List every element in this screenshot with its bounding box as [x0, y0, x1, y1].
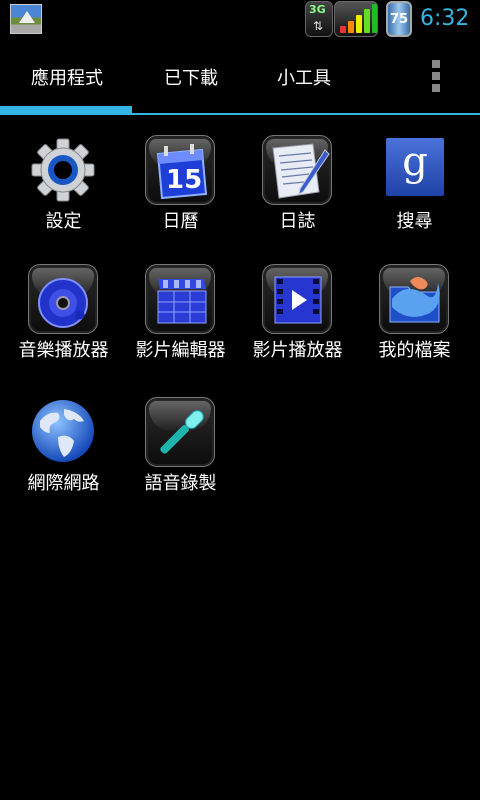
battery-level-label: 75: [389, 12, 409, 27]
google-search-icon: g: [386, 138, 444, 196]
calendar-day-number: 15: [166, 165, 202, 195]
signal-strength-icon: [334, 1, 378, 37]
clock: 6:32: [420, 6, 470, 31]
app-label: 語音錄製: [144, 473, 217, 494]
app-label: 影片播放器: [252, 340, 343, 361]
tab-divider: [0, 113, 480, 115]
clapperboard-icon: [145, 264, 215, 334]
microphone-icon: [145, 397, 215, 467]
app-music-player[interactable]: 音樂播放器: [5, 264, 122, 394]
app-label: 音樂播放器: [18, 340, 109, 361]
folder-icon: [379, 264, 449, 334]
app-video-editor[interactable]: 影片編輯器: [122, 264, 239, 394]
battery-icon: 75: [386, 1, 412, 37]
tab-apps[interactable]: 應用程式: [31, 64, 103, 90]
app-my-files[interactable]: 我的檔案: [356, 264, 473, 394]
app-video-player[interactable]: 影片播放器: [239, 264, 356, 394]
app-label: 我的檔案: [378, 340, 451, 361]
photo-notification-icon[interactable]: [10, 4, 42, 34]
app-label: 影片編輯器: [135, 340, 226, 361]
calendar-icon: 15: [145, 135, 215, 205]
gear-icon: [28, 135, 98, 205]
app-search[interactable]: g 搜尋: [356, 135, 473, 265]
overflow-menu-icon[interactable]: [432, 60, 442, 94]
film-play-icon: [262, 264, 332, 334]
tab-downloaded[interactable]: 已下載: [164, 64, 218, 90]
tab-widgets[interactable]: 小工具: [277, 64, 331, 90]
music-disc-icon: [28, 264, 98, 334]
network-type-label: 3G: [309, 3, 326, 16]
app-internet[interactable]: 網際網路: [5, 397, 122, 527]
app-label: 日曆: [162, 211, 199, 232]
globe-icon: [28, 397, 98, 467]
tab-bar: 應用程式 已下載 小工具: [0, 38, 480, 116]
app-settings[interactable]: 設定: [5, 135, 122, 265]
app-label: 設定: [45, 211, 82, 232]
network-3g-icon: 3G ⇅: [305, 1, 333, 37]
app-notes[interactable]: 日誌: [239, 135, 356, 265]
app-label: 日誌: [279, 211, 316, 232]
app-calendar[interactable]: 15 日曆: [122, 135, 239, 265]
notepad-icon: [262, 135, 332, 205]
app-label: 搜尋: [396, 211, 433, 232]
app-voice-recorder[interactable]: 語音錄製: [122, 397, 239, 527]
status-bar: 3G ⇅ 75 6:32: [0, 0, 480, 38]
app-label: 網際網路: [27, 473, 100, 494]
